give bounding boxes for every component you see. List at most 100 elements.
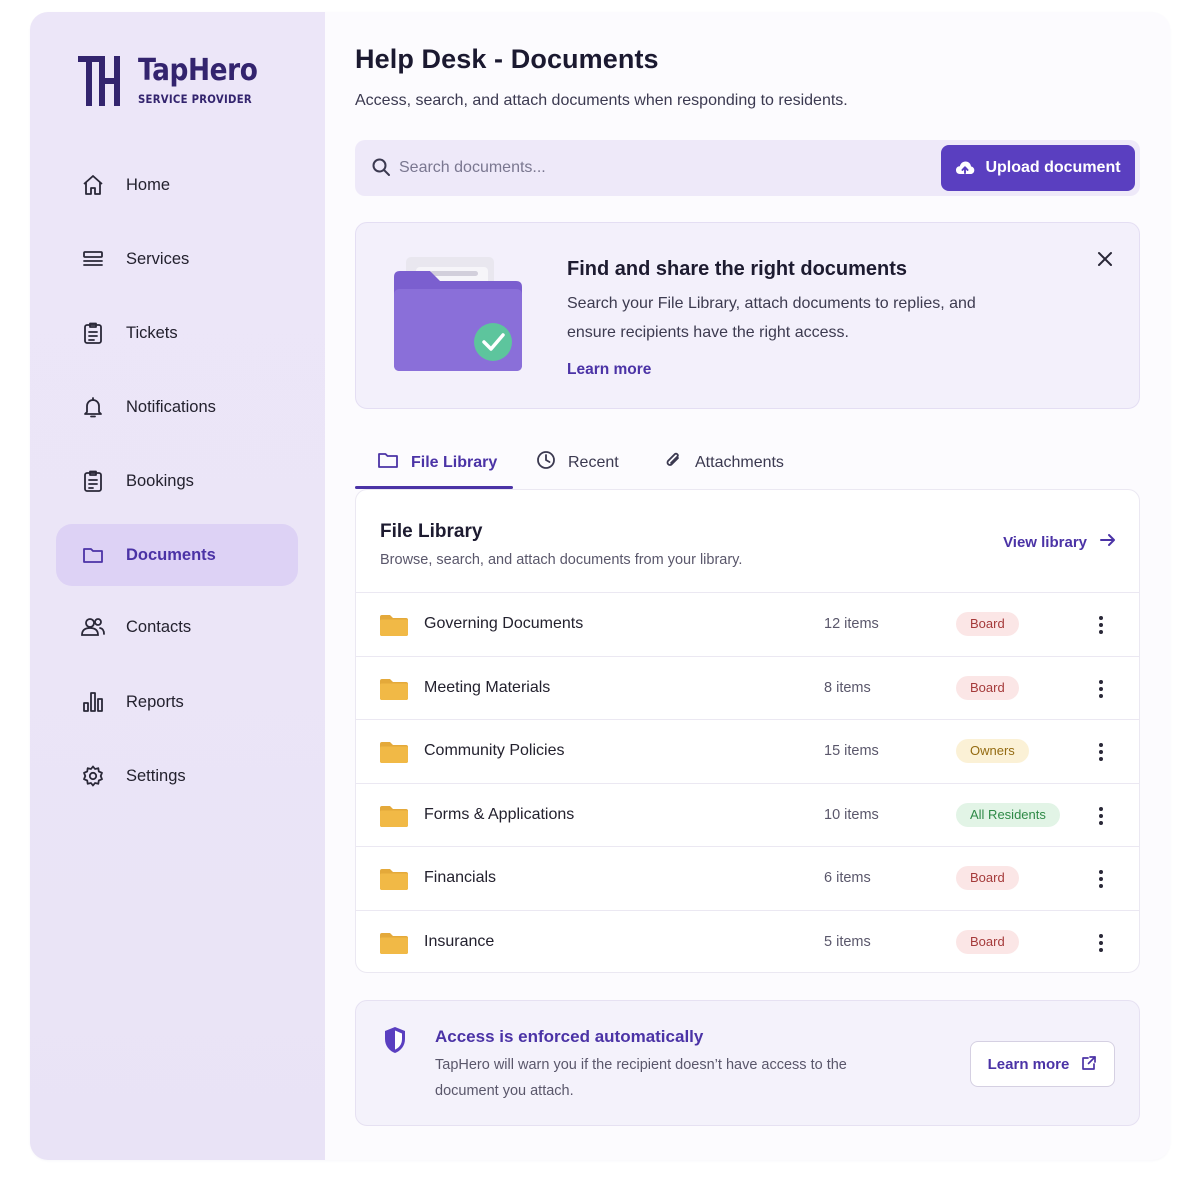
upload-document-button[interactable]: Upload document: [941, 145, 1135, 191]
folder-row[interactable]: Meeting Materials 8 items Board: [356, 655, 1139, 720]
access-learn-more-button[interactable]: Learn more: [970, 1041, 1115, 1087]
more-options-icon[interactable]: [1091, 677, 1111, 701]
more-options-icon[interactable]: [1091, 867, 1111, 891]
folder-item-count: 8 items: [824, 679, 871, 696]
page-title: Help Desk - Documents: [355, 44, 659, 74]
bell-icon: [80, 394, 106, 420]
sidebar-item-home[interactable]: Home: [56, 154, 298, 216]
access-badge: Board: [956, 675, 1019, 700]
sidebar-item-settings[interactable]: Settings: [56, 745, 298, 807]
folder-icon: [380, 868, 408, 895]
file-library-panel: File Library Browse, search, and attach …: [355, 489, 1140, 973]
folder-icon: [380, 805, 408, 832]
sidebar-item-label: Settings: [126, 766, 186, 785]
folder-icon: [380, 741, 408, 768]
folder-name: Governing Documents: [424, 615, 584, 633]
banner-learn-more-link[interactable]: Learn more: [567, 361, 651, 379]
ticket-icon: [80, 320, 106, 346]
services-icon: [80, 246, 106, 272]
folder-icon: [380, 932, 408, 959]
folder-icon: [380, 678, 408, 705]
folder-name: Community Policies: [424, 742, 565, 760]
info-banner: Find and share the right documents Searc…: [355, 222, 1140, 409]
sidebar-item-label: Reports: [126, 692, 184, 711]
tab-label: Attachments: [695, 453, 784, 471]
folder-row[interactable]: Forms & Applications 10 items All Resident…: [356, 782, 1139, 847]
sidebar-item-tickets[interactable]: Tickets: [56, 302, 298, 364]
access-notice-text: TapHero will warn you if the recipient d…: [435, 1057, 847, 1099]
access-badge: Board: [956, 929, 1019, 954]
external-link-icon: [1081, 1055, 1097, 1074]
sidebar-item-label: Tickets: [126, 323, 178, 342]
folder-name: Forms & Applications: [424, 805, 575, 823]
upload-button-label: Upload document: [985, 159, 1121, 176]
folder-row[interactable]: Financials 6 items Board: [356, 846, 1139, 910]
cloud-upload-icon: [955, 159, 975, 177]
folder-row[interactable]: Community Policies 15 items Owners: [356, 719, 1139, 783]
search-icon: [371, 157, 391, 182]
folder-item-count: 6 items: [824, 870, 871, 887]
folder-item-count: 15 items: [824, 743, 879, 760]
library-subtitle: Browse, search, and attach documents fro…: [380, 552, 743, 568]
paperclip-icon: [663, 450, 683, 475]
view-library-label: View library: [1003, 534, 1087, 551]
brand-name: TapHero: [138, 53, 258, 88]
folder-icon: [377, 450, 399, 475]
sidebar-item-label: Services: [126, 249, 190, 268]
folder-check-illustration: [392, 255, 524, 378]
sidebar-item-documents[interactable]: Documents: [56, 524, 298, 586]
access-badge: Owners: [956, 739, 1029, 764]
sidebar-item-services[interactable]: Services: [56, 228, 298, 290]
sidebar: TapHero SERVICE PROVIDER Home Services T…: [30, 12, 325, 1160]
bar-chart-icon: [80, 689, 106, 715]
close-icon[interactable]: [1095, 249, 1115, 269]
folder-row[interactable]: Governing Documents 12 items Board: [356, 592, 1139, 656]
library-title: File Library: [380, 521, 483, 542]
contacts-icon: [80, 614, 106, 640]
tab-label: Recent: [568, 453, 619, 471]
access-badge: Board: [956, 866, 1019, 891]
banner-title: Find and share the right documents: [567, 258, 908, 280]
taphero-logo-icon: [78, 56, 120, 106]
arrow-right-icon: [1099, 532, 1117, 553]
brand-subtitle: SERVICE PROVIDER: [138, 92, 252, 106]
brand-logo[interactable]: TapHero SERVICE PROVIDER: [78, 56, 274, 106]
folder-icon: [80, 542, 106, 568]
sidebar-item-contacts[interactable]: Contacts: [56, 596, 298, 658]
more-options-icon[interactable]: [1091, 613, 1111, 637]
access-badge: Board: [956, 612, 1019, 637]
tab-recent[interactable]: Recent: [536, 435, 619, 490]
tab-file-library[interactable]: File Library: [377, 435, 497, 490]
more-options-icon[interactable]: [1091, 931, 1111, 955]
sidebar-item-label: Notifications: [126, 397, 216, 416]
access-learn-more-label: Learn more: [987, 1055, 1070, 1073]
view-library-link[interactable]: View library: [1003, 532, 1117, 553]
clipboard-icon: [80, 468, 106, 494]
home-icon: [80, 172, 106, 198]
sidebar-item-label: Bookings: [126, 471, 194, 490]
tab-attachments[interactable]: Attachments: [663, 435, 784, 490]
sidebar-item-reports[interactable]: Reports: [56, 671, 298, 733]
folder-name: Insurance: [424, 932, 495, 950]
access-badge: All Residents: [956, 802, 1060, 827]
sidebar-item-label: Home: [126, 175, 171, 194]
folder-row[interactable]: Insurance 5 items Board: [356, 909, 1139, 974]
tab-label: File Library: [411, 453, 498, 471]
search-bar: Upload document: [355, 140, 1140, 196]
folder-name: Financials: [424, 869, 497, 887]
more-options-icon[interactable]: [1091, 804, 1111, 828]
sidebar-item-bookings[interactable]: Bookings: [56, 450, 298, 512]
document-tabs: File Library Recent Attachments: [355, 435, 1140, 490]
search-input[interactable]: [399, 152, 929, 184]
gear-icon: [80, 763, 106, 789]
sidebar-item-label: Documents: [126, 545, 216, 564]
access-notice-title: Access is enforced automatically: [435, 1027, 704, 1046]
folder-item-count: 5 items: [824, 933, 871, 950]
sidebar-item-label: Contacts: [126, 617, 192, 636]
shield-icon: [382, 1025, 408, 1060]
page-subtitle: Access, search, and attach documents whe…: [355, 92, 848, 109]
more-options-icon[interactable]: [1091, 740, 1111, 764]
folder-item-count: 10 items: [824, 806, 879, 823]
sidebar-item-notifications[interactable]: Notifications: [56, 376, 298, 438]
banner-text: Search your File Library, attach documen…: [567, 295, 976, 341]
